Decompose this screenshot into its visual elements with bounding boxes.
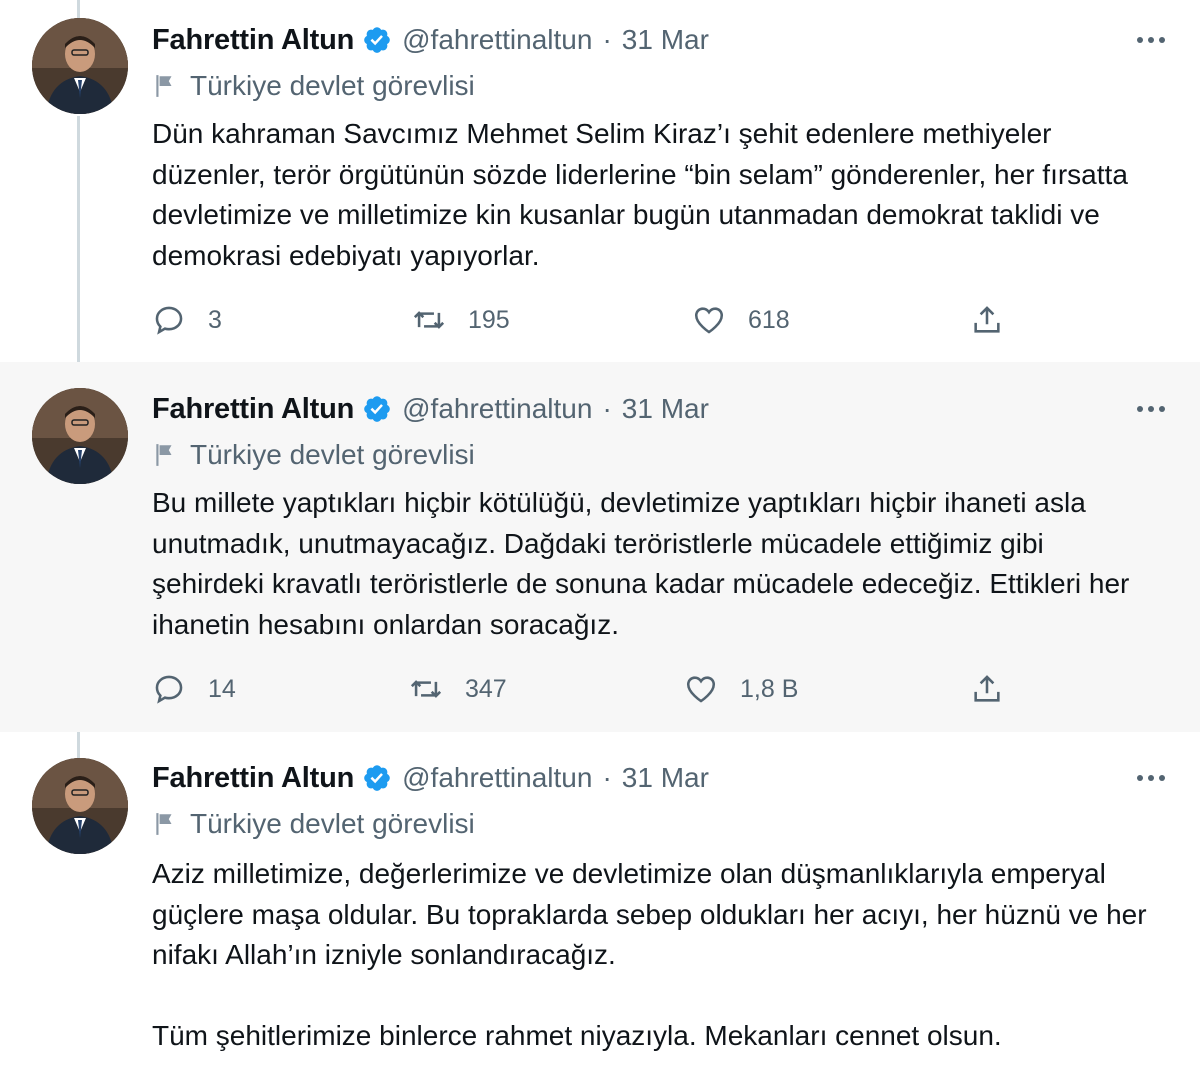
more-options-button[interactable] <box>1134 392 1168 426</box>
tweet-text: Aziz milletimize, değerlerimize ve devle… <box>152 854 1162 1056</box>
reply-count: 14 <box>208 674 236 703</box>
like-button[interactable]: 618 <box>692 300 790 340</box>
retweet-count: 195 <box>468 305 510 334</box>
share-button[interactable] <box>970 300 1004 340</box>
tweet-text: Bu millete yaptıkları hiçbir kötülüğü, d… <box>152 483 1162 645</box>
like-count: 1,8 B <box>740 674 799 703</box>
share-icon <box>974 306 1000 333</box>
more-options-icon <box>1137 775 1165 781</box>
avatar-image <box>32 758 128 854</box>
tweet[interactable]: Fahrettin Altun @fahrettinaltun · 31 Mar… <box>0 362 1200 732</box>
separator-dot: · <box>602 393 612 424</box>
reply-icon <box>155 675 183 704</box>
retweet-button[interactable]: 347 <box>409 669 507 709</box>
reply-count: 3 <box>208 305 222 334</box>
tweet-paragraph: Dün kahraman Savcımız Mehmet Selim Kiraz… <box>152 118 1128 271</box>
tweet-header: Fahrettin Altun @fahrettinaltun · 31 Mar <box>152 389 709 429</box>
separator-dot: · <box>602 24 612 55</box>
more-options-icon <box>1137 406 1165 412</box>
like-count: 618 <box>748 305 790 334</box>
verified-badge-icon <box>364 396 390 422</box>
reply-icon <box>155 306 183 335</box>
author-name[interactable]: Fahrettin Altun <box>152 762 354 795</box>
tweet-date[interactable]: 31 Mar <box>622 393 709 425</box>
tweet-actions: 3 195 618 <box>152 300 1012 340</box>
tweet-text: Dün kahraman Savcımız Mehmet Selim Kiraz… <box>152 114 1162 276</box>
author-handle[interactable]: @fahrettinaltun <box>402 24 592 56</box>
more-options-button[interactable] <box>1134 761 1168 795</box>
avatar-image <box>32 388 128 484</box>
heart-icon <box>686 676 716 703</box>
retweet-icon <box>413 311 445 329</box>
retweet-count: 347 <box>465 674 507 703</box>
tweet-date[interactable]: 31 Mar <box>622 762 709 794</box>
government-label-text: Türkiye devlet görevlisi <box>190 808 475 839</box>
tweet[interactable]: Fahrettin Altun @fahrettinaltun · 31 Mar… <box>0 732 1200 1077</box>
author-handle[interactable]: @fahrettinaltun <box>402 393 592 425</box>
flag-icon <box>156 75 172 97</box>
tweet-paragraph: Tüm şehitlerimize binlerce rahmet niyazı… <box>152 1019 1002 1051</box>
share-icon <box>974 675 1000 702</box>
tweet[interactable]: Fahrettin Altun @fahrettinaltun · 31 Mar… <box>0 0 1200 362</box>
government-label[interactable]: Türkiye devlet görevlisi <box>152 70 475 102</box>
tweet-paragraph: Bu millete yaptıkları hiçbir kötülüğü, d… <box>152 487 1130 640</box>
government-label-text: Türkiye devlet görevlisi <box>190 70 475 101</box>
avatar[interactable] <box>32 18 128 114</box>
avatar[interactable] <box>32 388 128 484</box>
avatar-image <box>32 18 128 114</box>
government-label[interactable]: Türkiye devlet görevlisi <box>152 439 475 471</box>
verified-badge-icon <box>364 765 390 791</box>
heart-icon <box>694 307 724 334</box>
author-handle[interactable]: @fahrettinaltun <box>402 762 592 794</box>
avatar[interactable] <box>32 758 128 854</box>
reply-button[interactable]: 14 <box>152 669 236 709</box>
author-name[interactable]: Fahrettin Altun <box>152 24 354 57</box>
government-label[interactable]: Türkiye devlet görevlisi <box>152 808 475 840</box>
tweet-header: Fahrettin Altun @fahrettinaltun · 31 Mar <box>152 758 709 798</box>
share-button[interactable] <box>970 669 1004 709</box>
retweet-icon <box>410 680 442 698</box>
reply-button[interactable]: 3 <box>152 300 222 340</box>
tweet-date[interactable]: 31 Mar <box>622 24 709 56</box>
more-options-button[interactable] <box>1134 23 1168 57</box>
more-options-icon <box>1137 37 1165 43</box>
flag-icon <box>156 444 172 466</box>
verified-badge-icon <box>364 27 390 53</box>
tweet-header: Fahrettin Altun @fahrettinaltun · 31 Mar <box>152 20 709 60</box>
flag-icon <box>156 813 172 835</box>
retweet-button[interactable]: 195 <box>412 300 510 340</box>
tweet-actions: 14 347 1,8 B <box>152 669 1012 709</box>
like-button[interactable]: 1,8 B <box>684 669 798 709</box>
separator-dot: · <box>602 762 612 793</box>
author-name[interactable]: Fahrettin Altun <box>152 393 354 426</box>
government-label-text: Türkiye devlet görevlisi <box>190 439 475 470</box>
tweet-paragraph: Aziz milletimize, değerlerimize ve devle… <box>152 858 1147 970</box>
